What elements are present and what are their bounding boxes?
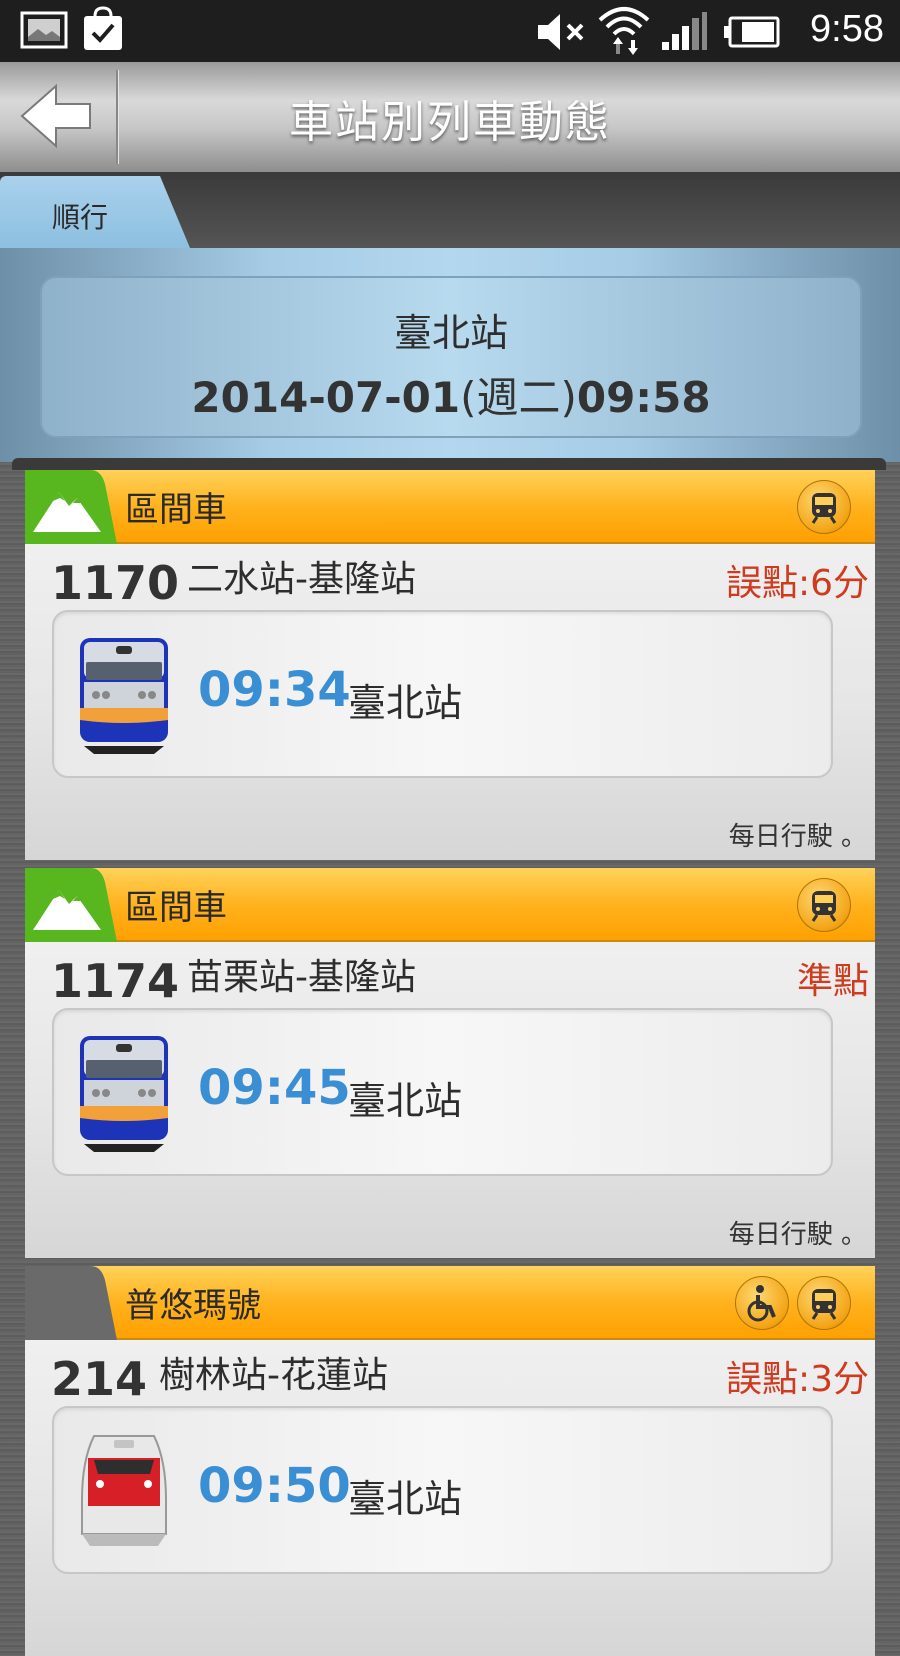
signal-icon [660,12,708,56]
station-weekday: (週二) [460,373,577,422]
train-route: 樹林站-花蓮站 [159,1355,388,1396]
page-title: 車站別列車動態 [289,97,611,148]
delay-status: 誤點:6分 [725,563,869,604]
tab-label: 順行 [52,201,109,234]
type-badge-blank [25,1266,117,1340]
commuter-train-icon [80,638,168,754]
wheelchair-icon [735,1276,789,1330]
train-number: 1174 [51,954,180,1008]
train-type-header: 區間車 [25,868,875,942]
arrival-station: 臺北站 [348,681,463,725]
arrival-station: 臺北站 [348,1477,463,1521]
arrival-time: 09:34 [198,662,351,718]
station-date: 2014-07-01 [191,373,461,422]
train-route: 苗栗站-基隆站 [187,957,416,998]
puyuma-train-icon [81,1435,167,1546]
gallery-icon [20,10,68,54]
train-front-icon [797,480,851,534]
commuter-train-icon [80,1036,168,1152]
train-front-icon [797,1276,851,1330]
mute-icon [536,12,588,56]
station-info-box: 臺北站 2014-07-01(週二)09:58 [40,276,862,438]
station-panel: 臺北站 2014-07-01(週二)09:58 [0,248,900,462]
wifi-icon [596,4,652,62]
battery-icon [724,16,780,52]
mountain-badge-icon [25,470,117,544]
status-bar: 9:58 [0,0,900,62]
shopping-bag-check-icon [80,6,126,56]
schedule-note: 每日行駛 。 [728,1220,867,1250]
tab-forward[interactable]: 順行 [0,176,190,248]
on-time-status: 準點 [796,961,869,1002]
train-type-label: 區間車 [125,888,227,928]
schedule-note: 每日行駛 。 [728,822,867,852]
train-number: 214 [51,1352,148,1406]
train-number: 1170 [51,556,180,610]
train-card[interactable]: 區間車 1174 苗栗站-基隆站 準點 09:45 臺北站 每日行駛 。 [25,868,875,1258]
train-type-label: 區間車 [125,490,227,530]
train-card[interactable]: 區間車 1170 二水站-基隆站 誤點:6分 09:34 臺北站 每日行駛 。 [25,470,875,860]
app-header: 車站別列車動態 [0,62,900,172]
mountain-badge-icon [25,868,117,942]
arrival-info-box: 09:45 臺北站 [52,1008,833,1176]
arrival-info-box: 09:50 臺北站 [52,1406,833,1574]
train-card[interactable]: 普悠瑪號 214 樹林站-花蓮站 誤點:3分 09:50 臺北站 [25,1266,875,1656]
list-top-edge [12,458,886,470]
station-datetime: 2014-07-01(週二)09:58 [42,364,860,425]
delay-status: 誤點:3分 [725,1359,869,1400]
station-name: 臺北站 [393,311,508,355]
train-route: 二水站-基隆站 [187,559,416,600]
train-type-header: 區間車 [25,470,875,544]
arrival-info-box: 09:34 臺北站 [52,610,833,778]
train-type-label: 普悠瑪號 [125,1286,261,1326]
arrival-station: 臺北站 [348,1079,463,1123]
train-type-header: 普悠瑪號 [25,1266,875,1340]
tab-bar: 順行 [0,172,900,248]
clock: 9:58 [810,8,884,50]
train-front-icon [797,878,851,932]
station-time: 09:58 [576,373,711,422]
arrival-time: 09:50 [198,1458,351,1514]
arrival-time: 09:45 [198,1060,351,1116]
